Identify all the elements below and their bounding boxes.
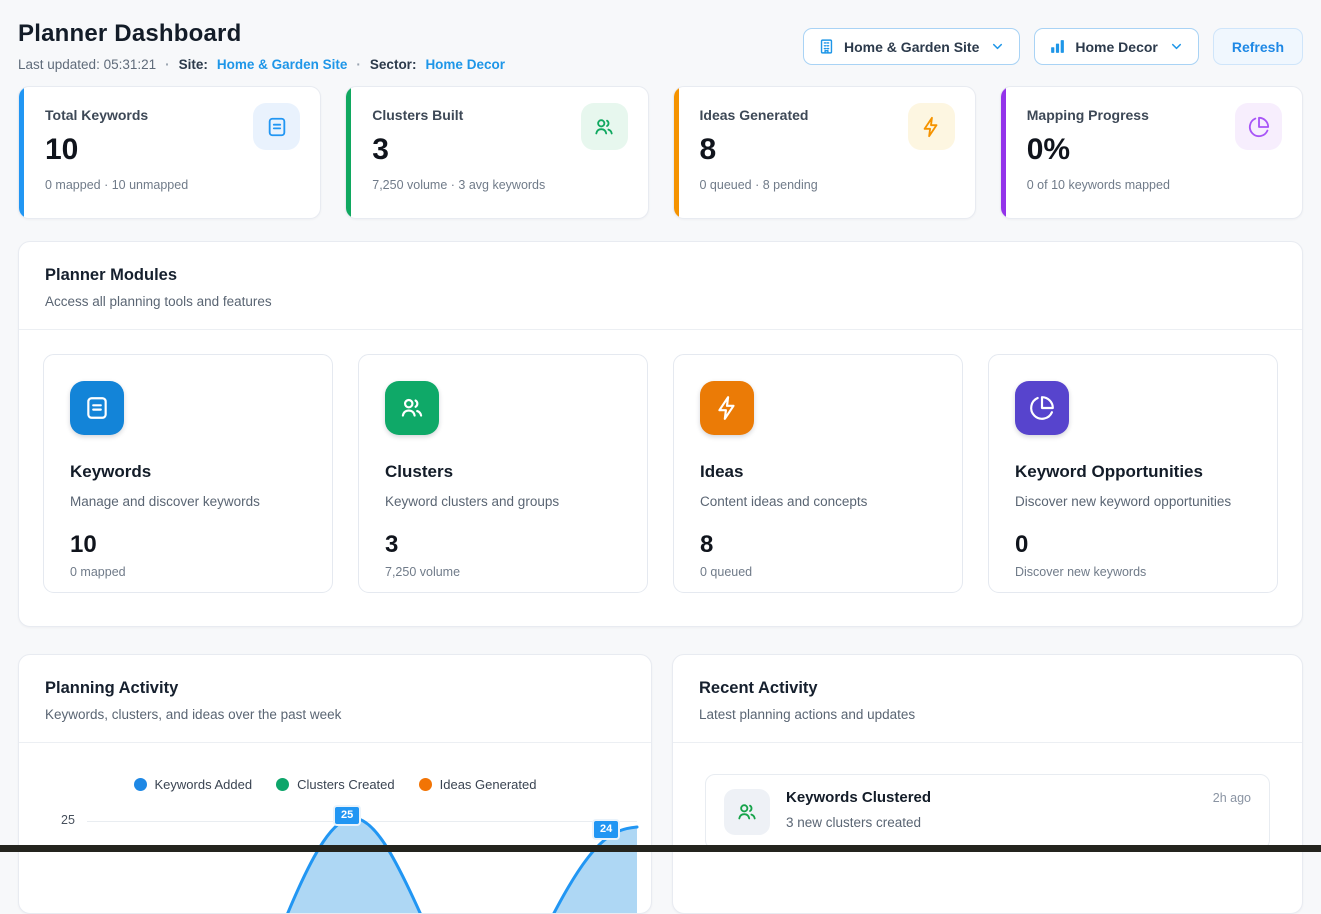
legend-item-ideas-generated[interactable]: Ideas Generated xyxy=(419,777,537,792)
stat-card-clusters-built[interactable]: Clusters Built 3 7,250 volume · 3 avg ke… xyxy=(345,86,648,219)
header-meta: Last updated: 05:31:21 · Site: Home & Ga… xyxy=(18,57,505,72)
sector-link[interactable]: Home Decor xyxy=(425,57,505,72)
stat-subtext: 0 mapped · 10 unmapped xyxy=(45,178,300,192)
module-card-ideas[interactable]: Ideas Content ideas and concepts 8 0 que… xyxy=(673,354,963,593)
sector-selector-dropdown[interactable]: Home Decor xyxy=(1034,28,1198,65)
modules-grid: Keywords Manage and discover keywords 10… xyxy=(19,330,1302,617)
bottom-row: Planning Activity Keywords, clusters, an… xyxy=(18,654,1303,914)
users-icon xyxy=(385,381,439,435)
module-title: Keywords xyxy=(70,462,306,482)
bar-chart-icon xyxy=(1049,38,1066,55)
modules-panel-subtitle: Access all planning tools and features xyxy=(45,294,1276,309)
stat-accent-strip xyxy=(674,87,679,218)
module-title: Clusters xyxy=(385,462,621,482)
activity-item-title: Keywords Clustered xyxy=(786,789,931,806)
module-stat-label: 0 queued xyxy=(700,565,936,579)
site-link[interactable]: Home & Garden Site xyxy=(217,57,348,72)
meta-separator: · xyxy=(165,57,170,72)
recent-activity-subtitle: Latest planning actions and updates xyxy=(699,707,1276,722)
page-header: Planner Dashboard Last updated: 05:31:21… xyxy=(18,20,1303,72)
module-stat-value: 8 xyxy=(700,531,936,559)
module-stat-label: Discover new keywords xyxy=(1015,565,1251,579)
stat-subtext: 7,250 volume · 3 avg keywords xyxy=(372,178,627,192)
stat-subtext: 0 of 10 keywords mapped xyxy=(1027,178,1282,192)
legend-dot xyxy=(134,778,147,791)
document-icon xyxy=(253,103,300,150)
module-card-keywords[interactable]: Keywords Manage and discover keywords 10… xyxy=(43,354,333,593)
legend-dot xyxy=(276,778,289,791)
activity-item-timestamp: 2h ago xyxy=(1213,791,1251,805)
recent-activity-title: Recent Activity xyxy=(699,679,1276,698)
users-icon xyxy=(724,789,770,835)
page-title: Planner Dashboard xyxy=(18,20,505,48)
stat-subtext: 0 queued · 8 pending xyxy=(700,178,955,192)
module-stat-label: 0 mapped xyxy=(70,565,306,579)
planner-dashboard-page: Planner Dashboard Last updated: 05:31:21… xyxy=(0,20,1321,914)
zap-icon xyxy=(700,381,754,435)
stats-row: Total Keywords 10 0 mapped · 10 unmapped… xyxy=(18,86,1303,219)
activity-item-toprow: Keywords Clustered 2h ago xyxy=(786,789,1251,806)
site-selector-label: Home & Garden Site xyxy=(844,39,979,55)
users-icon xyxy=(581,103,628,150)
module-description: Manage and discover keywords xyxy=(70,494,306,509)
module-card-keyword-opportunities[interactable]: Keyword Opportunities Discover new keywo… xyxy=(988,354,1278,593)
stat-accent-strip xyxy=(346,87,351,218)
recent-activity-header: Recent Activity Latest planning actions … xyxy=(673,655,1302,743)
sector-selector-label: Home Decor xyxy=(1075,39,1157,55)
planner-modules-panel: Planner Modules Access all planning tool… xyxy=(18,241,1303,627)
activity-item-content: Keywords Clustered 2h ago 3 new clusters… xyxy=(786,789,1251,830)
legend-item-clusters-created[interactable]: Clusters Created xyxy=(276,777,395,792)
module-description: Content ideas and concepts xyxy=(700,494,936,509)
stat-card-total-keywords[interactable]: Total Keywords 10 0 mapped · 10 unmapped xyxy=(18,86,321,219)
building-icon xyxy=(818,38,835,55)
module-card-clusters[interactable]: Clusters Keyword clusters and groups 3 7… xyxy=(358,354,648,593)
pie-chart-icon xyxy=(1235,103,1282,150)
legend-label: Ideas Generated xyxy=(440,777,537,792)
module-stat-value: 0 xyxy=(1015,531,1251,559)
planning-activity-header: Planning Activity Keywords, clusters, an… xyxy=(19,655,651,743)
site-selector-dropdown[interactable]: Home & Garden Site xyxy=(803,28,1020,65)
site-label: Site: xyxy=(179,57,208,72)
stat-card-mapping-progress[interactable]: Mapping Progress 0% 0 of 10 keywords map… xyxy=(1000,86,1303,219)
module-title: Ideas xyxy=(700,462,936,482)
chevron-down-icon xyxy=(1169,39,1184,54)
zap-icon xyxy=(908,103,955,150)
legend-label: Keywords Added xyxy=(155,777,253,792)
header-actions: Home & Garden Site Home Decor Refresh xyxy=(803,28,1303,65)
stat-accent-strip xyxy=(1001,87,1006,218)
document-icon xyxy=(70,381,124,435)
stat-accent-strip xyxy=(19,87,24,218)
module-stat-label: 7,250 volume xyxy=(385,565,621,579)
planning-activity-subtitle: Keywords, clusters, and ideas over the p… xyxy=(45,707,625,722)
modules-panel-title: Planner Modules xyxy=(45,266,1276,285)
activity-line-chart[interactable]: 25 25 24 xyxy=(19,795,651,914)
module-title: Keyword Opportunities xyxy=(1015,462,1251,482)
data-point-label-25: 25 xyxy=(333,805,361,826)
last-updated-text: Last updated: 05:31:21 xyxy=(18,57,156,72)
pie-chart-icon xyxy=(1015,381,1069,435)
module-description: Keyword clusters and groups xyxy=(385,494,621,509)
modules-panel-header: Planner Modules Access all planning tool… xyxy=(19,242,1302,330)
chevron-down-icon xyxy=(990,39,1005,54)
module-stat-value: 3 xyxy=(385,531,621,559)
recent-activity-panel: Recent Activity Latest planning actions … xyxy=(672,654,1303,914)
stat-card-ideas-generated[interactable]: Ideas Generated 8 0 queued · 8 pending xyxy=(673,86,976,219)
legend-label: Clusters Created xyxy=(297,777,395,792)
planning-activity-title: Planning Activity xyxy=(45,679,625,698)
activity-item-description: 3 new clusters created xyxy=(786,815,1251,830)
module-stat-value: 10 xyxy=(70,531,306,559)
meta-separator: · xyxy=(356,57,361,72)
bottom-edge-bar xyxy=(0,845,1321,852)
planning-activity-panel: Planning Activity Keywords, clusters, an… xyxy=(18,654,652,914)
refresh-button[interactable]: Refresh xyxy=(1213,28,1303,65)
chart-legend: Keywords Added Clusters Created Ideas Ge… xyxy=(19,777,651,792)
module-description: Discover new keyword opportunities xyxy=(1015,494,1251,509)
legend-item-keywords-added[interactable]: Keywords Added xyxy=(134,777,253,792)
data-point-label-24: 24 xyxy=(592,819,620,840)
activity-list-item[interactable]: Keywords Clustered 2h ago 3 new clusters… xyxy=(705,774,1270,850)
sector-label: Sector: xyxy=(370,57,417,72)
header-left: Planner Dashboard Last updated: 05:31:21… xyxy=(18,20,505,72)
legend-dot xyxy=(419,778,432,791)
